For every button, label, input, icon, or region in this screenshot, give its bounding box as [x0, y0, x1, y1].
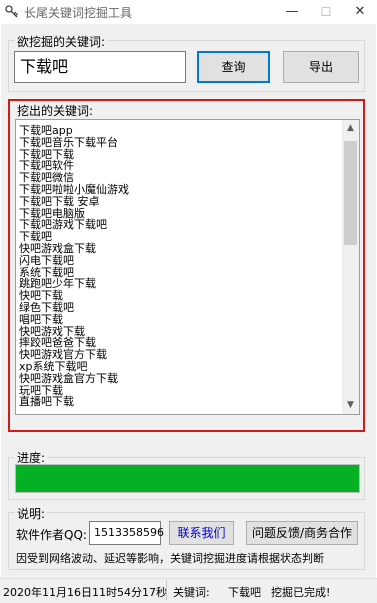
scroll-up-icon[interactable]: ▲: [342, 120, 359, 137]
export-button[interactable]: 导出: [283, 51, 359, 83]
results-list-items: 下载吧app 下载吧音乐下载平台 下载吧下载 下载吧软件 下载吧微信 下载吧啦啦小魔仙游戏…: [19, 125, 339, 408]
status-keyword-value: 下载吧: [228, 586, 261, 599]
scroll-down-icon[interactable]: ▼: [342, 397, 359, 414]
list-item[interactable]: 闪电下载吧: [19, 254, 339, 267]
feedback-button[interactable]: 问题反馈/商务合作: [246, 521, 358, 545]
list-item[interactable]: 下载吧下载 安卓: [19, 195, 339, 208]
list-item[interactable]: 绿色下载吧: [19, 302, 339, 314]
keyword-group-label: 欲挖掘的关键词:: [15, 33, 108, 50]
list-item[interactable]: 下载吧音乐下载平台: [19, 136, 339, 149]
list-item[interactable]: 跳跑吧少年下载: [19, 278, 339, 290]
info-label: 说明:: [15, 505, 48, 522]
author-qq-label: 软件作者QQ:: [16, 528, 87, 542]
window-title: 长尾关键词挖掘工具: [24, 6, 133, 20]
list-item[interactable]: 直播吧下载: [19, 396, 339, 408]
list-item[interactable]: 下载吧游戏下载吧: [19, 219, 339, 231]
list-item[interactable]: 下载吧啦啦小魔仙游戏: [19, 184, 339, 196]
query-button[interactable]: 查询: [197, 51, 270, 83]
list-item[interactable]: 快吧游戏盒官方下载: [19, 372, 339, 385]
close-button[interactable]: ✕: [343, 0, 377, 24]
minimize-button[interactable]: —: [275, 0, 309, 24]
progress-bar-fill: [16, 465, 359, 492]
key-icon: [5, 5, 18, 18]
notice-text: 因受到网络波动、延迟等影响，关键词挖掘进度请根据状态判断: [16, 552, 324, 565]
scroll-thumb[interactable]: [344, 141, 357, 245]
keyword-input[interactable]: 下载吧: [14, 51, 186, 83]
list-item[interactable]: xp系统下载吧: [19, 361, 339, 373]
list-item[interactable]: 唱吧下载: [19, 313, 339, 326]
results-list[interactable]: 下载吧app 下载吧音乐下载平台 下载吧下载 下载吧软件 下载吧微信 下载吧啦啦小魔仙游戏…: [15, 119, 360, 415]
list-item[interactable]: 快吧游戏盒下载: [19, 243, 339, 255]
contact-button[interactable]: 联系我们: [169, 521, 234, 545]
status-divider: [166, 580, 167, 600]
status-keyword-label: 关键词:: [173, 586, 210, 599]
results-label: 挖出的关键词:: [15, 102, 96, 119]
status-state: 挖掘已完成!: [271, 586, 331, 599]
maximize-button[interactable]: ☐: [309, 0, 343, 24]
status-datetime: 2020年11月16日11时54分17秒: [3, 586, 167, 599]
author-qq-field[interactable]: 1513358596: [89, 521, 164, 545]
